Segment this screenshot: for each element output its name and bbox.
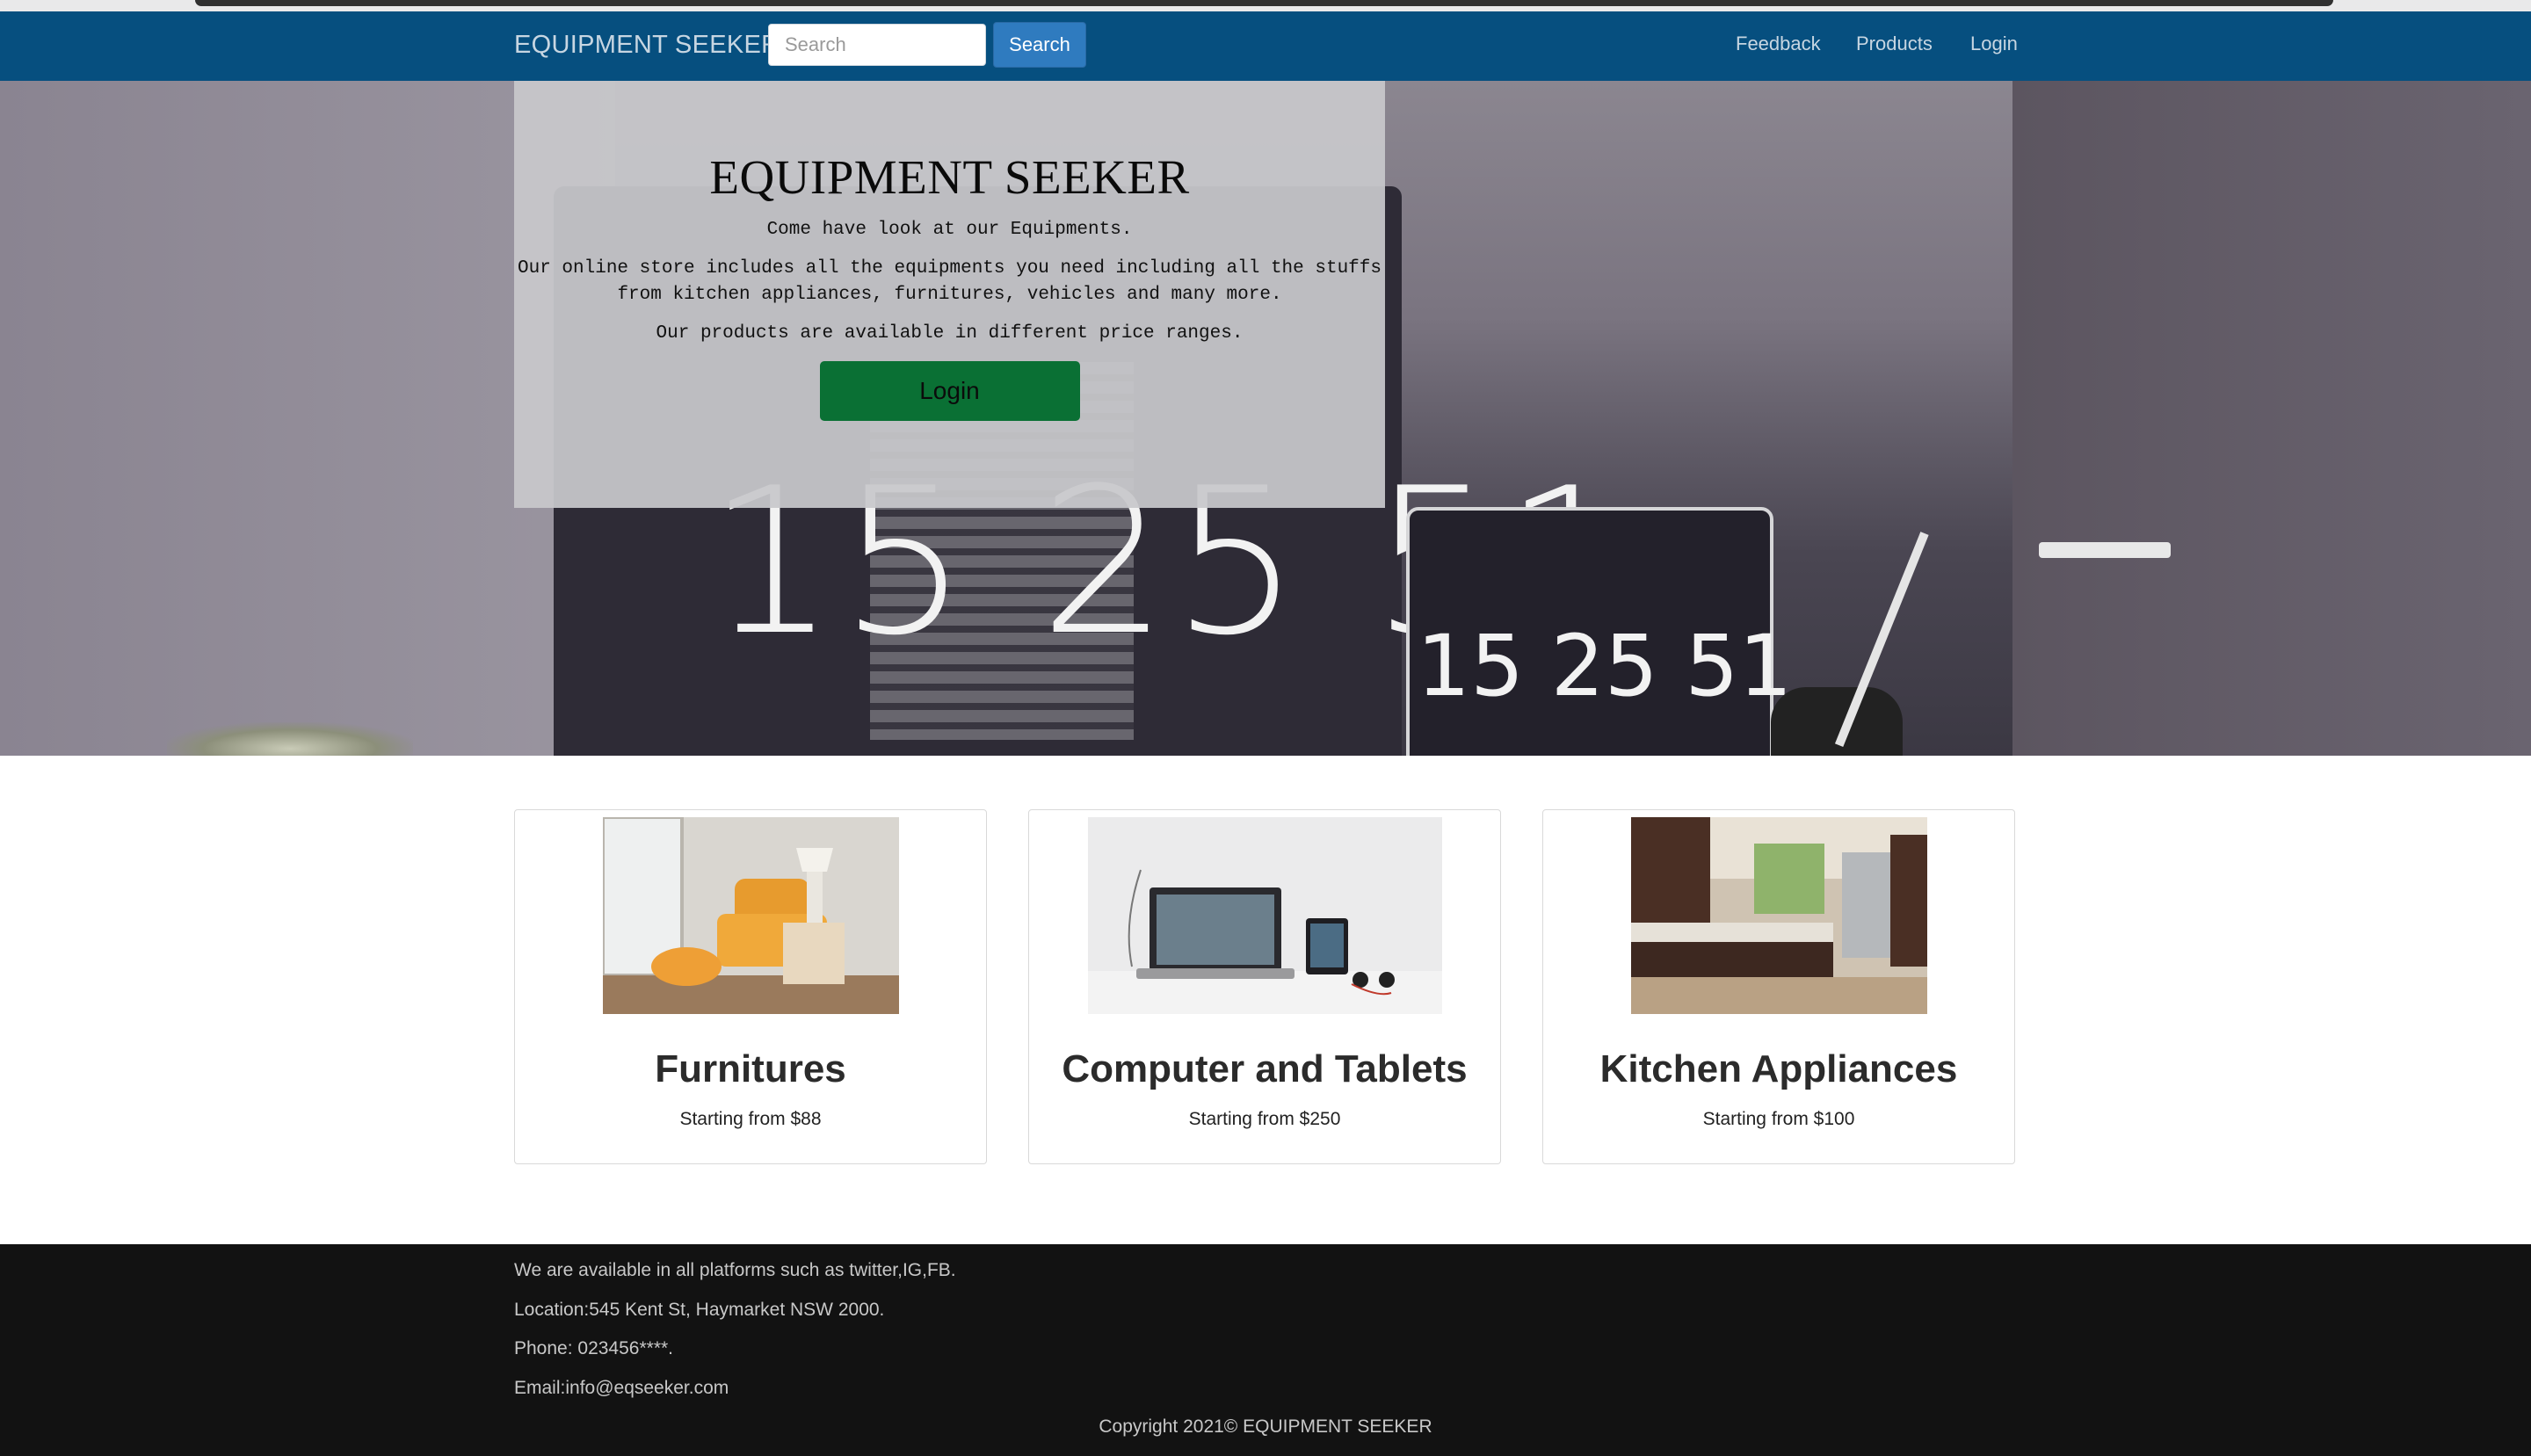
- hero-title: EQUIPMENT SEEKER: [709, 150, 1190, 204]
- footer: We are available in all platforms such a…: [0, 1244, 2531, 1456]
- kitchen-image: [1631, 817, 1927, 1014]
- browser-bezel: [195, 0, 2333, 6]
- hero-panel: EQUIPMENT SEEKER Come have look at our E…: [514, 81, 1385, 508]
- product-price: Starting from $100: [1702, 1109, 1855, 1129]
- hero-lamp-head: [2039, 542, 2171, 558]
- nav-link-products[interactable]: Products: [1856, 33, 1933, 55]
- search-input[interactable]: [768, 24, 986, 66]
- footer-platforms: We are available in all platforms such a…: [514, 1260, 956, 1280]
- footer-location: Location:545 Kent St, Haymarket NSW 2000…: [514, 1300, 885, 1320]
- hero-price-note: Our products are available in different …: [656, 323, 1244, 344]
- footer-copyright: Copyright 2021© EQUIPMENT SEEKER: [1099, 1416, 1432, 1437]
- hero-background-wall-right: [2012, 81, 2531, 756]
- product-title[interactable]: Furnitures: [515, 1047, 986, 1091]
- hero-plant-image: [167, 722, 413, 756]
- navbar: EQUIPMENT SEEKER Search Feedback Product…: [0, 11, 2531, 83]
- product-card-furnitures[interactable]: Furnitures Starting from $88: [514, 809, 987, 1164]
- hero-banner: 15 25 51 15 25 51 EQUIPMENT SEEKER Come …: [0, 81, 2531, 756]
- product-price: Starting from $250: [1188, 1109, 1341, 1129]
- hero-tagline: Come have look at our Equipments.: [766, 220, 1133, 240]
- brand-logo[interactable]: EQUIPMENT SEEKER: [514, 31, 780, 60]
- hero-speaker-image: [1771, 687, 1903, 756]
- furniture-image: [603, 817, 899, 1014]
- product-title[interactable]: Kitchen Appliances: [1543, 1047, 2014, 1091]
- product-card-computers[interactable]: Computer and Tablets Starting from $250: [1028, 809, 1501, 1164]
- footer-phone: Phone: 023456****.: [514, 1338, 673, 1358]
- nav-link-feedback[interactable]: Feedback: [1736, 33, 1821, 55]
- hero-description: Our online store includes all the equipm…: [518, 258, 1382, 305]
- search-button[interactable]: Search: [993, 22, 1086, 68]
- nav-link-login[interactable]: Login: [1970, 33, 2018, 55]
- browser-top-strip: [0, 0, 2531, 11]
- product-card-kitchen[interactable]: Kitchen Appliances Starting from $100: [1542, 809, 2015, 1164]
- product-title[interactable]: Computer and Tablets: [1029, 1047, 1500, 1091]
- hero-clock-small: 15 25 51: [1417, 617, 1793, 715]
- computer-tablet-image: [1088, 817, 1442, 1014]
- product-price: Starting from $88: [679, 1109, 822, 1129]
- footer-email: Email:info@eqseeker.com: [514, 1378, 729, 1398]
- hero-login-button[interactable]: Login: [819, 361, 1080, 421]
